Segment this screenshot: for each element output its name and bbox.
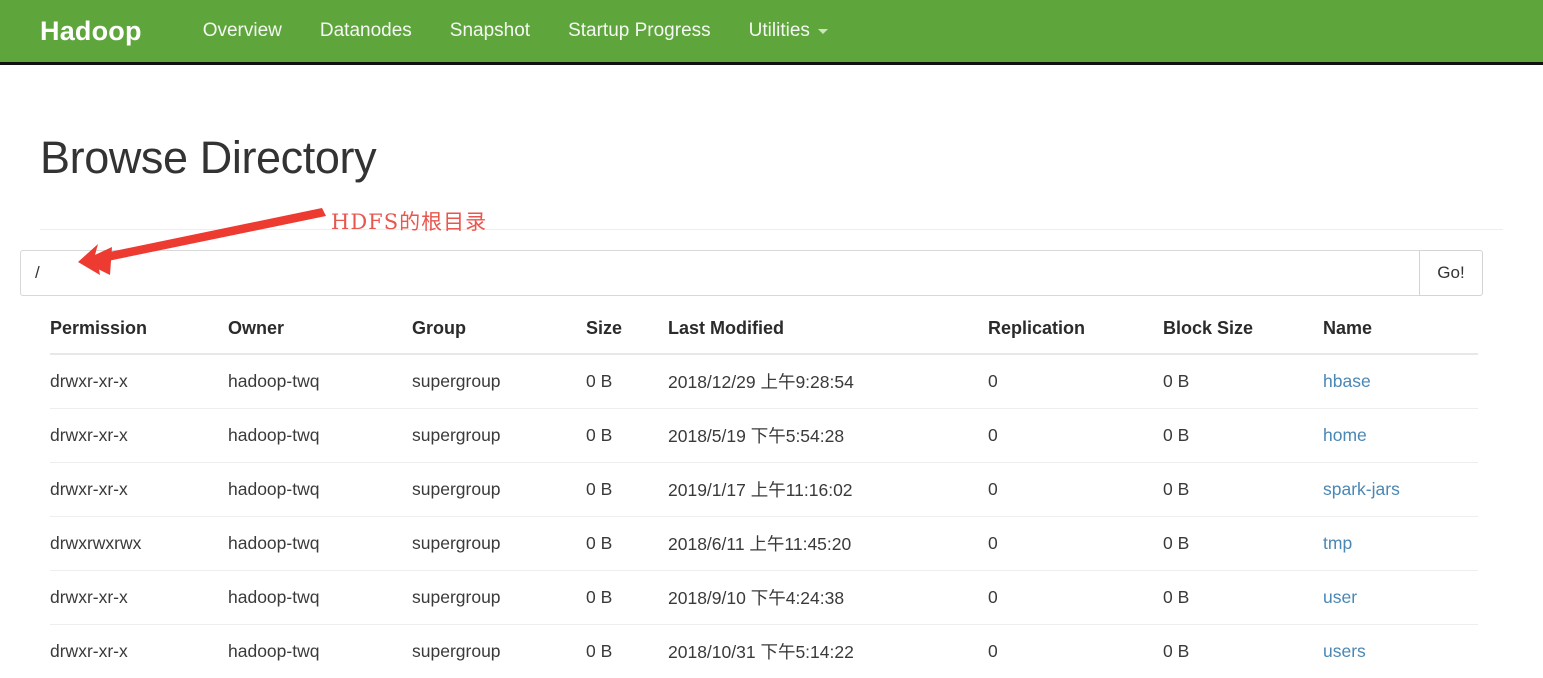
column-header-group: Group xyxy=(412,311,586,355)
cell-replication: 0 xyxy=(988,515,1163,570)
column-header-block-size: Block Size xyxy=(1163,311,1323,355)
file-link[interactable]: spark-jars xyxy=(1323,479,1400,499)
cell-permission: drwxr-xr-x xyxy=(50,407,228,462)
directory-listing-table: Permission Owner Group Size Last Modifie… xyxy=(50,311,1478,678)
cell-owner: hadoop-twq xyxy=(228,370,320,391)
brand-logo-hadoop[interactable]: Hadoop xyxy=(40,16,142,47)
nav-item-utilities[interactable]: Utilities xyxy=(730,0,847,62)
cell-block-size: 0 B xyxy=(1163,407,1323,462)
cell-owner: hadoop-twq xyxy=(228,569,412,624)
nav-label-datanodes: Datanodes xyxy=(319,20,412,41)
column-header-replication: Replication xyxy=(988,311,1163,355)
nav-item-datanodes[interactable]: Datanodes xyxy=(301,0,431,62)
cell-owner: hadoop-twq xyxy=(228,461,412,516)
cell-owner: hadoop-twq xyxy=(228,623,412,678)
column-header-name: Name xyxy=(1323,311,1478,355)
nav-link-snapshot[interactable]: Snapshot xyxy=(431,0,549,62)
cell-size: 0 B xyxy=(586,461,668,516)
table-row: drwxr-xr-x hadoop-twq supergroup 0 B 201… xyxy=(50,354,1478,409)
column-header-permission: Permission xyxy=(50,311,228,355)
column-header-last-modified: Last Modified xyxy=(668,311,988,355)
page-title: Browse Directory xyxy=(40,132,377,183)
cell-last-modified: 2018/10/31 下午5:14:22 xyxy=(668,623,988,678)
cell-name[interactable]: user xyxy=(1323,569,1478,624)
cell-size: 0 B xyxy=(586,407,668,462)
nav-label-utilities: Utilities xyxy=(748,20,810,41)
nav-item-startup-progress[interactable]: Startup Progress xyxy=(549,0,730,62)
go-button[interactable]: Go! xyxy=(1419,249,1483,296)
table-row: drwxr-xr-x hadoop-twq supergroup 0 B 201… xyxy=(50,569,1478,624)
cell-last-modified: 2019/1/17 上午11:16:02 xyxy=(668,461,988,516)
cell-replication: 0 xyxy=(988,461,1163,516)
file-link[interactable]: tmp xyxy=(1323,533,1352,553)
cell-name[interactable]: hbase xyxy=(1323,354,1478,409)
cell-replication: 0 xyxy=(988,370,998,391)
cell-group: supergroup xyxy=(412,407,586,462)
cell-permission: drwxrwxrwx xyxy=(50,515,228,570)
cell-group: supergroup xyxy=(412,623,586,678)
chevron-down-icon xyxy=(817,28,828,34)
cell-block-size: 0 B xyxy=(1163,623,1323,678)
table-body: drwxr-xr-x hadoop-twq supergroup 0 B 201… xyxy=(50,354,1478,678)
nav-label-snapshot: Snapshot xyxy=(449,20,531,41)
cell-last-modified: 2018/9/10 下午4:24:38 xyxy=(668,569,988,624)
cell-block-size: 0 B xyxy=(1163,515,1323,570)
cell-name[interactable]: tmp xyxy=(1323,515,1478,570)
table-row: drwxr-xr-x hadoop-twq supergroup 0 B 201… xyxy=(50,461,1478,516)
table-row: drwxr-xr-x hadoop-twq supergroup 0 B 201… xyxy=(50,623,1478,678)
column-header-owner: Owner xyxy=(228,311,412,355)
cell-permission: drwxr-xr-x xyxy=(50,569,228,624)
navbar-links: Overview Datanodes Snapshot Startup Prog… xyxy=(184,0,847,62)
cell-group: supergroup xyxy=(412,461,586,516)
cell-last-modified: 2018/5/19 下午5:54:28 xyxy=(668,407,988,462)
cell-group: supergroup xyxy=(412,569,586,624)
column-header-size: Size xyxy=(586,311,668,355)
cell-replication: 0 xyxy=(988,623,1163,678)
cell-permission: drwxr-xr-x xyxy=(50,461,228,516)
table-header: Permission Owner Group Size Last Modifie… xyxy=(50,311,1478,355)
cell-name[interactable]: spark-jars xyxy=(1323,461,1478,516)
cell-last-modified: 2018/6/11 上午11:45:20 xyxy=(668,515,988,570)
cell-owner: hadoop-twq xyxy=(228,407,412,462)
cell-block-size: 0 B xyxy=(1163,461,1323,516)
nav-item-overview[interactable]: Overview xyxy=(184,0,301,62)
file-link[interactable]: home xyxy=(1323,425,1367,445)
cell-permission: drwxr-xr-x xyxy=(50,370,128,391)
cell-name[interactable]: home xyxy=(1323,407,1478,462)
table-row: drwxrwxrwx hadoop-twq supergroup 0 B 201… xyxy=(50,515,1478,570)
cell-group: supergroup xyxy=(412,370,501,391)
table-row: drwxr-xr-x hadoop-twq supergroup 0 B 201… xyxy=(50,407,1478,462)
cell-group: supergroup xyxy=(412,515,586,570)
cell-size: 0 B xyxy=(586,623,668,678)
nav-label-overview: Overview xyxy=(202,20,282,41)
cell-name[interactable]: users xyxy=(1323,623,1478,678)
directory-listing-wrap: Permission Owner Group Size Last Modifie… xyxy=(40,311,1503,678)
table-header-row: Permission Owner Group Size Last Modifie… xyxy=(50,311,1478,355)
nav-link-datanodes[interactable]: Datanodes xyxy=(301,0,431,62)
cell-permission: drwxr-xr-x xyxy=(50,623,228,678)
nav-label-startup-progress: Startup Progress xyxy=(568,20,711,41)
nav-item-snapshot[interactable]: Snapshot xyxy=(431,0,549,62)
file-link[interactable]: user xyxy=(1323,587,1357,607)
main-navbar: Hadoop Overview Datanodes Snapshot Start… xyxy=(0,0,1543,65)
nav-link-startup-progress[interactable]: Startup Progress xyxy=(549,0,730,62)
path-form: Go! xyxy=(20,249,1483,296)
title-divider xyxy=(40,228,1503,230)
cell-replication: 0 xyxy=(988,407,1163,462)
navbar-inner: Hadoop Overview Datanodes Snapshot Start… xyxy=(0,0,847,62)
nav-link-utilities[interactable]: Utilities xyxy=(730,0,847,62)
cell-replication: 0 xyxy=(988,569,1163,624)
file-link[interactable]: hbase xyxy=(1323,371,1371,391)
page-container: Browse Directory Go! Permission Owner Gr… xyxy=(0,133,1543,678)
cell-last-modified: 2018/12/29 上午9:28:54 xyxy=(668,371,854,392)
cell-owner: hadoop-twq xyxy=(228,515,412,570)
cell-block-size: 0 B xyxy=(1163,569,1323,624)
cell-block-size: 0 B xyxy=(1163,370,1190,391)
directory-path-input[interactable] xyxy=(20,249,1419,296)
cell-size: 0 B xyxy=(586,569,668,624)
cell-size: 0 B xyxy=(586,515,668,570)
cell-size: 0 B xyxy=(586,370,613,391)
nav-link-overview[interactable]: Overview xyxy=(184,0,301,62)
